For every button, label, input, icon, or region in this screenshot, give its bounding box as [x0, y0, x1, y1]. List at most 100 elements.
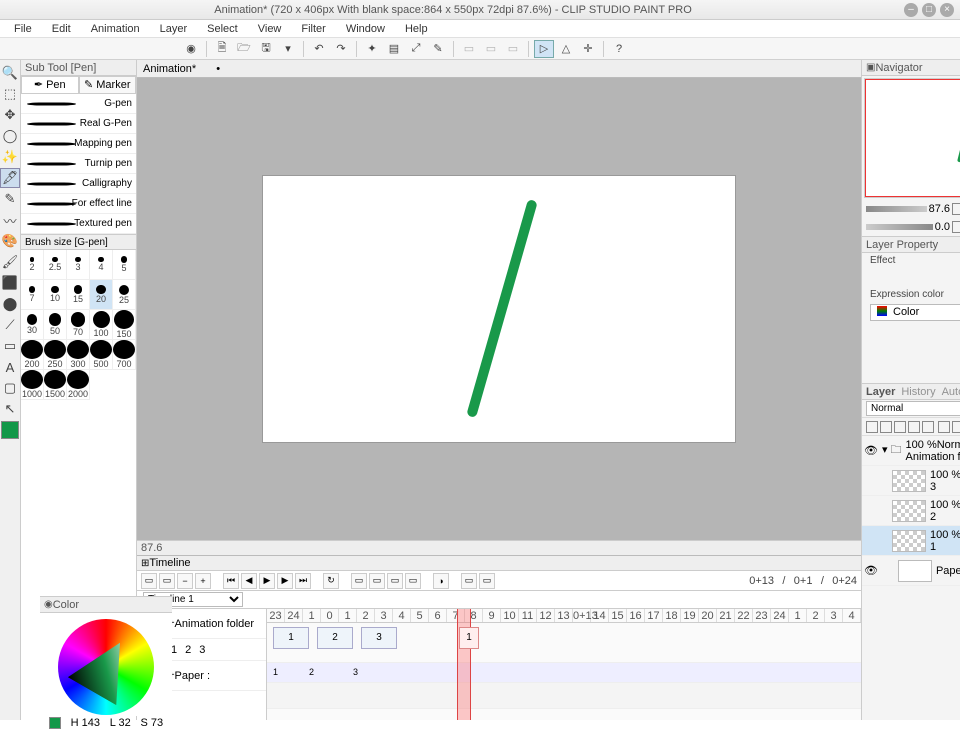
menu-animation[interactable]: Animation — [81, 21, 150, 37]
brush-size-2.5[interactable]: 2.5 — [44, 250, 67, 280]
animation-folder-row[interactable]: 👁 ▾ 🗀 100 %Normal Animation folder : 3 — [862, 436, 960, 466]
layer-1[interactable]: 100 %Normal1 — [862, 526, 960, 556]
brush-size-100[interactable]: 100 — [90, 310, 113, 340]
visibility-icon[interactable]: 👁 — [864, 444, 878, 457]
menu-window[interactable]: Window — [336, 21, 395, 37]
tool-14[interactable]: A — [0, 357, 20, 377]
menu-select[interactable]: Select — [197, 21, 248, 37]
menu-edit[interactable]: Edit — [42, 21, 81, 37]
pen-mapping-pen[interactable]: Mapping pen — [21, 134, 136, 154]
play-icon[interactable]: ▶ — [259, 573, 275, 589]
zoom-slider[interactable] — [866, 206, 927, 212]
tab-marker[interactable]: ✎ Marker — [79, 76, 137, 93]
snap-special-icon[interactable]: △ — [556, 40, 576, 58]
brush-size-250[interactable]: 250 — [44, 340, 67, 370]
zoom-out-icon[interactable]: − — [177, 573, 193, 589]
brush-size-20[interactable]: 20 — [90, 280, 113, 310]
snap-grid-icon[interactable]: ✛ — [578, 40, 598, 58]
tool-10[interactable]: ⬛ — [0, 273, 20, 293]
cel-del-icon[interactable]: ▭ — [387, 573, 403, 589]
brush-size-25[interactable]: 25 — [113, 280, 136, 310]
new-folder-icon[interactable] — [952, 421, 960, 433]
layer-tab[interactable]: Layer — [866, 386, 895, 398]
tool-8[interactable]: 🎨 — [0, 231, 20, 251]
menu-help[interactable]: Help — [395, 21, 438, 37]
pen-calligraphy[interactable]: Calligraphy — [21, 174, 136, 194]
tool-7[interactable]: 〰 — [0, 210, 20, 230]
brush-size-2[interactable]: 2 — [21, 250, 44, 280]
playhead[interactable] — [457, 609, 471, 720]
navigator-canvas[interactable] — [864, 78, 960, 198]
brush-size-4[interactable]: 4 — [90, 250, 113, 280]
pen-turnip-pen[interactable]: Turnip pen — [21, 154, 136, 174]
brush-size-1000[interactable]: 1000 — [21, 370, 44, 400]
color-fg-swatch[interactable] — [49, 717, 61, 729]
brush-size-3[interactable]: 3 — [67, 250, 90, 280]
tool-6[interactable]: ✎ — [0, 189, 20, 209]
zoom-in-icon[interactable]: + — [195, 573, 211, 589]
tab-pen[interactable]: ✒ Pen — [21, 76, 79, 93]
brush-size-700[interactable]: 700 — [113, 340, 136, 370]
brush-size-10[interactable]: 10 — [44, 280, 67, 310]
expression-color-select[interactable]: Color ▾ — [870, 304, 960, 321]
visibility-icon[interactable]: 👁 — [864, 564, 878, 577]
redo-icon[interactable]: ↷ — [331, 40, 351, 58]
angle-slider[interactable] — [866, 224, 933, 230]
tl-misc2-icon[interactable]: ▭ — [479, 573, 495, 589]
tl-btn-2[interactable]: ▭ — [159, 573, 175, 589]
clear-icon[interactable]: ✦ — [362, 40, 382, 58]
history-tab[interactable]: History — [901, 386, 935, 398]
zoom-out-btn[interactable] — [952, 203, 960, 215]
cel-new-icon[interactable]: ▭ — [351, 573, 367, 589]
brush-size-7[interactable]: 7 — [21, 280, 44, 310]
pen-g-pen[interactable]: G-pen — [21, 94, 136, 114]
tool-5[interactable]: 🖋 — [0, 168, 20, 188]
color-wheel[interactable] — [58, 619, 154, 715]
layer-opt5[interactable] — [922, 421, 934, 433]
rotate-ccw-btn[interactable] — [952, 221, 960, 233]
prev-frame-icon[interactable]: ◀ — [241, 573, 257, 589]
loop-icon[interactable]: ↻ — [323, 573, 339, 589]
brush-size-1500[interactable]: 1500 — [44, 370, 67, 400]
eye-icon[interactable]: ◉ — [181, 40, 201, 58]
tool-2[interactable]: ✥ — [0, 105, 20, 125]
layer-opt4[interactable] — [908, 421, 920, 433]
brush-size-5[interactable]: 5 — [113, 250, 136, 280]
pen-for-effect-line[interactable]: For effect line — [21, 194, 136, 214]
screen-icon[interactable]: ▾ — [278, 40, 298, 58]
snap-ruler-icon[interactable]: ▷ — [534, 40, 554, 58]
cel-1[interactable]: 1 — [273, 627, 309, 649]
layer-opt1[interactable] — [866, 421, 878, 433]
tool-12[interactable]: ⟋ — [0, 315, 20, 335]
help-icon[interactable]: ? — [609, 40, 629, 58]
active-cel[interactable]: 1 — [459, 627, 479, 649]
cel-2[interactable]: 2 — [317, 627, 353, 649]
tool-16[interactable]: ↖ — [0, 399, 20, 419]
menu-file[interactable]: File — [4, 21, 42, 37]
color-triangle[interactable] — [68, 629, 144, 705]
menu-layer[interactable]: Layer — [150, 21, 198, 37]
tool-15[interactable]: ▢ — [0, 378, 20, 398]
paper-layer-row[interactable]: 👁 Paper — [862, 556, 960, 586]
pen-real-g-pen[interactable]: Real G-Pen — [21, 114, 136, 134]
document-tab[interactable]: Animation* — [143, 63, 196, 75]
foreground-color-swatch[interactable] — [1, 421, 19, 439]
brush-size-200[interactable]: 200 — [21, 340, 44, 370]
tool-9[interactable]: 🖌 — [0, 252, 20, 272]
tool-0[interactable]: 🔍 — [0, 63, 20, 83]
brush-size-70[interactable]: 70 — [67, 310, 90, 340]
open-icon[interactable]: 🗁 — [234, 40, 254, 58]
scale-icon[interactable]: ⤢ — [406, 40, 426, 58]
menu-filter[interactable]: Filter — [291, 21, 335, 37]
layer-2[interactable]: 100 %Normal2 — [862, 496, 960, 526]
new-layer-icon[interactable] — [938, 421, 950, 433]
autoaction-tab[interactable]: Auto Action — [942, 386, 960, 398]
tool-4[interactable]: ✨ — [0, 147, 20, 167]
new-icon[interactable]: 🗎 — [212, 40, 232, 58]
tl-btn-1[interactable]: ▭ — [141, 573, 157, 589]
layer-3[interactable]: 100 %Normal3 — [862, 466, 960, 496]
fill-icon[interactable]: ▤ — [384, 40, 404, 58]
brush-size-500[interactable]: 500 — [90, 340, 113, 370]
cel-3[interactable]: 3 — [361, 627, 397, 649]
blend-mode-select[interactable]: Normal — [866, 401, 960, 416]
